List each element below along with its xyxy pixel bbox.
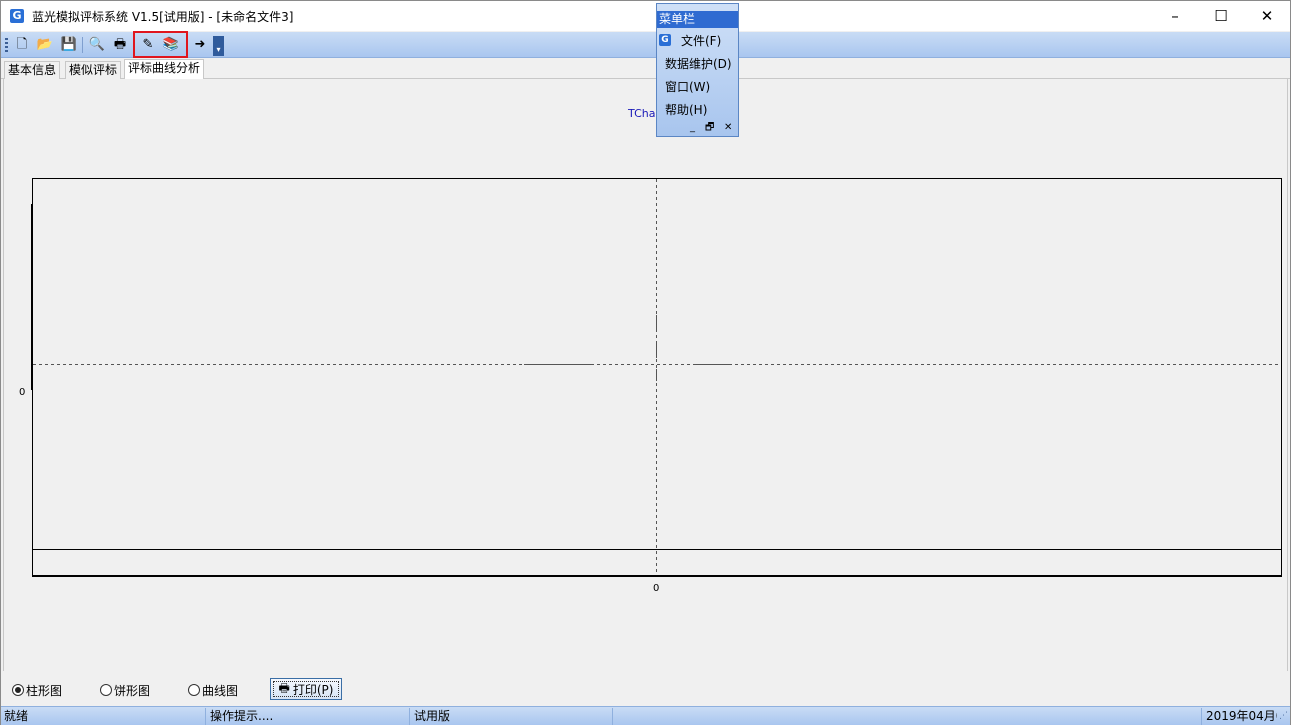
status-hint: 操作提示....	[207, 708, 410, 725]
tab-strip: 基本信息 模似评标 评标曲线分析	[1, 59, 1290, 79]
radio-pie-chart[interactable]: 饼形图	[100, 682, 150, 698]
save-icon[interactable]: 💾	[60, 36, 78, 54]
toolbar-grip[interactable]	[5, 38, 8, 52]
print-button[interactable]: 🖶 打印(P)	[270, 678, 342, 700]
toolbar: 🗋 📂 💾 🔍 🖶 ✎ 📚 ➜	[1, 32, 1290, 58]
chart-plot-area[interactable]	[32, 178, 1282, 577]
minimize-button[interactable]: –	[1152, 1, 1198, 31]
radio-label: 饼形图	[114, 683, 151, 698]
axis-segment	[656, 369, 657, 381]
open-folder-icon[interactable]: 📂	[36, 36, 54, 54]
x-tick-label: 0	[653, 583, 660, 594]
window-title: 蓝光模拟评标系统 V1.5[试用版] - [未命名文件3]	[32, 10, 294, 24]
y-axis	[31, 204, 33, 390]
app-logo-icon: G	[10, 9, 24, 23]
axis-segment	[695, 364, 729, 365]
floating-menu-bar: 菜单栏 G 文件(F) 数据维护(D) 窗口(W) 帮助(H) _ 🗗 ✕	[656, 3, 739, 137]
resize-grip-icon[interactable]: ⋰	[1279, 711, 1288, 721]
menu-minimize-icon[interactable]: _	[690, 122, 695, 134]
menu-caption[interactable]: 菜单栏	[657, 11, 738, 28]
status-empty	[614, 708, 1202, 725]
axis-segment	[524, 364, 591, 365]
menu-item-data-maintenance[interactable]: 数据维护(D)	[665, 55, 732, 73]
highlight-annotation	[133, 31, 188, 58]
menu-item-window[interactable]: 窗口(W)	[665, 78, 710, 96]
radio-selected-icon[interactable]	[12, 684, 24, 696]
menu-item-help[interactable]: 帮助(H)	[665, 101, 707, 119]
menu-item-file[interactable]: 文件(F)	[681, 32, 721, 50]
y-tick-label: 0	[19, 387, 26, 398]
radio-bar-chart[interactable]: 柱形图	[12, 682, 62, 698]
printer-icon: 🖶	[278, 680, 290, 695]
status-bar: 就绪 操作提示.... 试用版 2019年04月02 ⋰	[1, 706, 1290, 725]
chart-options-row: 柱形图 饼形图 曲线图	[1, 673, 1290, 706]
toolbar-separator	[82, 37, 83, 53]
print-icon[interactable]: 🖶	[111, 36, 129, 54]
radio-line-chart[interactable]: 曲线图	[188, 682, 238, 698]
menu-restore-icon[interactable]: 🗗	[705, 122, 714, 134]
title-bar: G 蓝光模拟评标系统 V1.5[试用版] - [未命名文件3] – ☐ ✕	[1, 1, 1290, 31]
print-button-label: 打印(P)	[292, 682, 334, 697]
radio-unselected-icon[interactable]	[100, 684, 112, 696]
chart-floor-line	[32, 549, 1282, 550]
status-ready: 就绪	[1, 708, 206, 725]
tab-basic-info[interactable]: 基本信息	[4, 61, 61, 79]
exit-icon[interactable]: ➜	[191, 36, 209, 54]
close-button[interactable]: ✕	[1244, 1, 1290, 31]
radio-label: 曲线图	[202, 683, 239, 698]
radio-label: 柱形图	[26, 683, 63, 698]
radio-unselected-icon[interactable]	[188, 684, 200, 696]
status-edition: 试用版	[411, 708, 613, 725]
horizontal-gridline	[33, 364, 1281, 365]
menu-close-icon[interactable]: ✕	[724, 122, 732, 134]
tab-bidding-curve-analysis[interactable]: 评标曲线分析	[124, 59, 205, 79]
axis-segment	[656, 315, 657, 329]
axis-segment	[656, 344, 657, 358]
application-window: G 蓝光模拟评标系统 V1.5[试用版] - [未命名文件3] – ☐ ✕ 🗋 …	[0, 0, 1291, 725]
maximize-button[interactable]: ☐	[1198, 1, 1244, 31]
new-file-icon[interactable]: 🗋	[13, 36, 31, 54]
toolbar-overflow-chevron-icon[interactable]: ▾	[213, 36, 224, 56]
tab-simulated-bidding[interactable]: 模似评标	[65, 61, 122, 79]
chart-title: TCha	[628, 107, 656, 120]
app-logo-icon: G	[659, 34, 671, 46]
print-preview-icon[interactable]: 🔍	[88, 36, 106, 54]
status-date: 2019年04月02	[1206, 709, 1277, 723]
